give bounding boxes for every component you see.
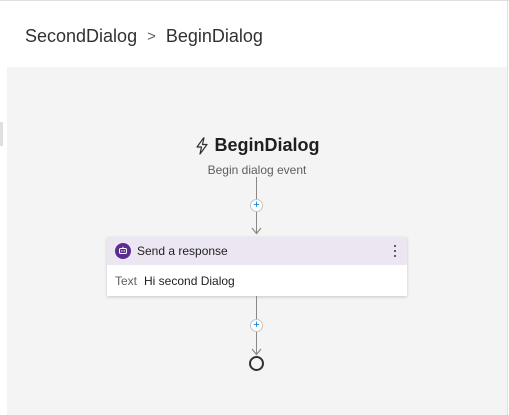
text-field-label: Text — [115, 273, 138, 288]
text-field-value: Hi second Dialog — [144, 273, 235, 288]
flow-canvas[interactable]: BeginDialog Begin dialog event + Send a … — [7, 67, 507, 415]
breadcrumb-item-begin-dialog[interactable]: BeginDialog — [166, 26, 263, 47]
more-options-icon[interactable] — [391, 243, 399, 259]
trigger-title: BeginDialog — [214, 135, 320, 155]
add-action-button[interactable]: + — [250, 199, 263, 212]
card-body: Text Hi second Dialog — [107, 265, 407, 296]
arrow-down-icon — [251, 348, 262, 356]
card-header: Send a response — [107, 237, 407, 265]
arrow-down-icon — [251, 227, 262, 235]
chevron-right-icon: > — [147, 27, 156, 45]
add-action-button[interactable]: + — [250, 319, 263, 332]
breadcrumb-item-second-dialog[interactable]: SecondDialog — [25, 26, 137, 47]
flow-end-circle — [249, 356, 264, 371]
left-edge-handle — [0, 122, 3, 146]
bot-icon — [115, 243, 131, 259]
lightning-icon — [196, 136, 209, 155]
trigger-node[interactable]: BeginDialog Begin dialog event — [7, 135, 507, 177]
trigger-subtitle: Begin dialog event — [207, 162, 307, 177]
card-title: Send a response — [137, 244, 228, 258]
breadcrumb: SecondDialog > BeginDialog — [25, 22, 263, 50]
top-border — [0, 0, 509, 1]
trigger-title-row: BeginDialog — [194, 135, 320, 156]
send-response-card[interactable]: Send a response Text Hi second Dialog — [107, 237, 407, 296]
right-border — [507, 0, 508, 415]
